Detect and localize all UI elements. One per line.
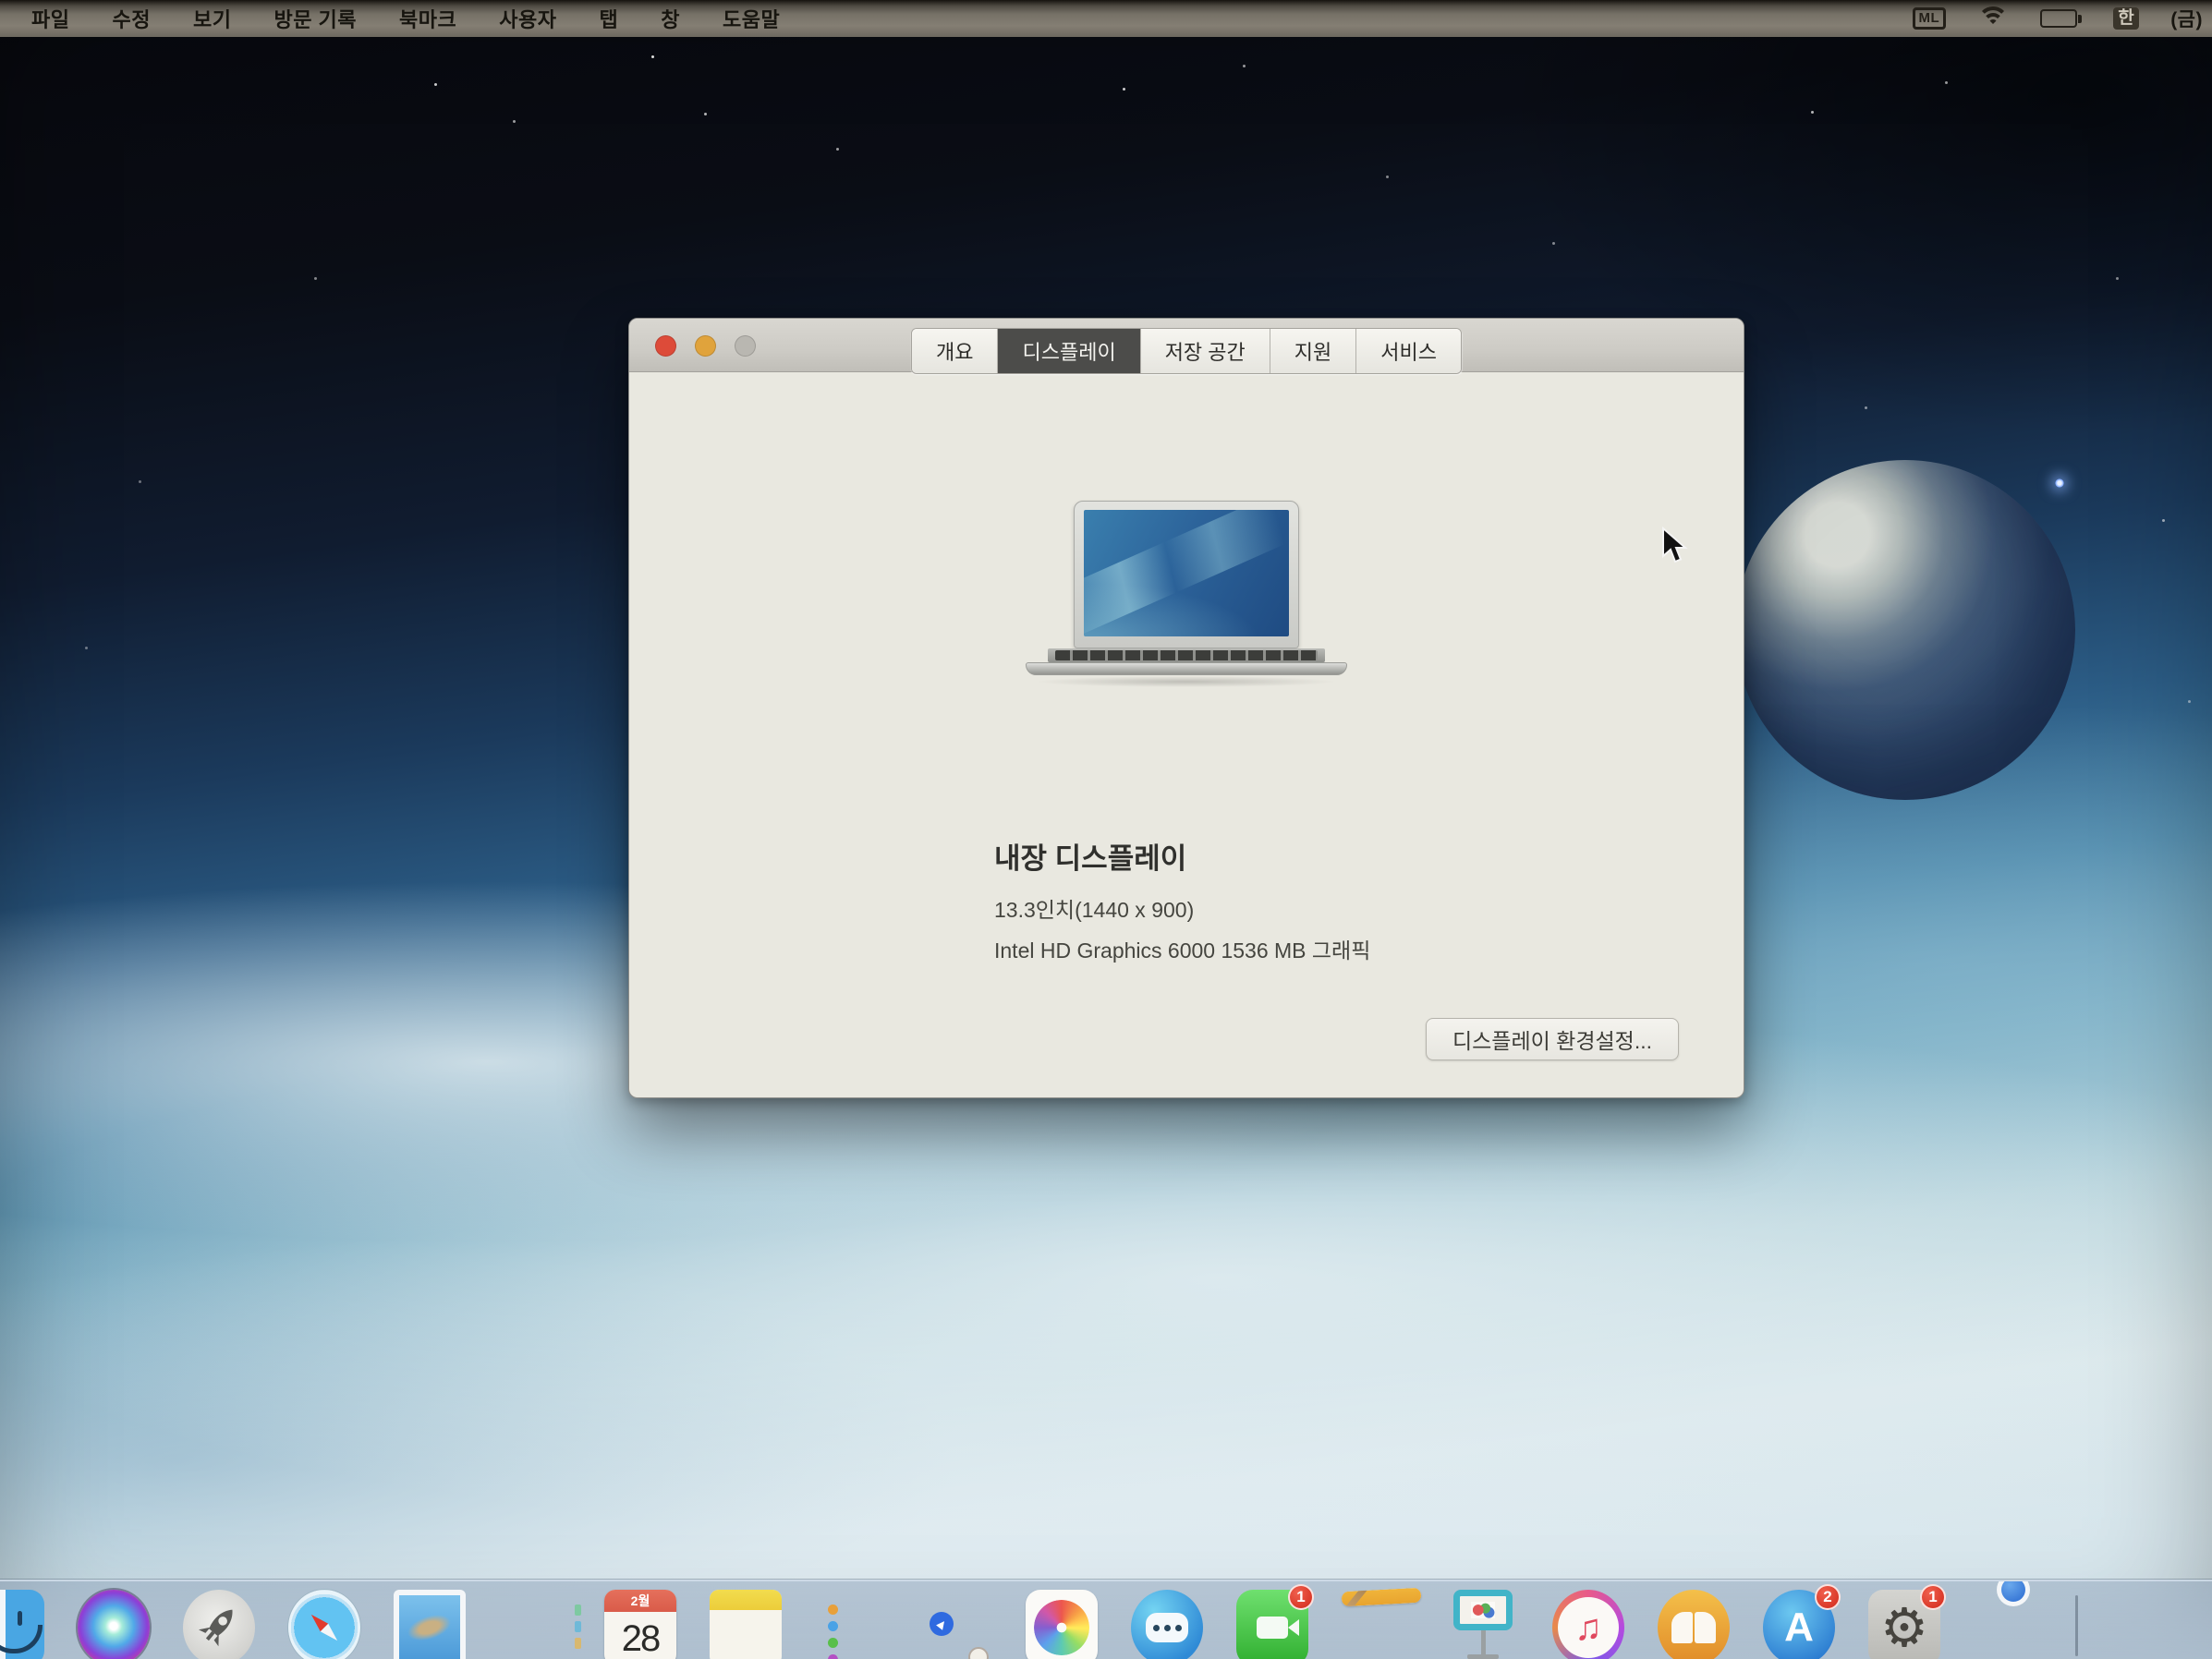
tab-overview[interactable]: 개요 bbox=[912, 329, 998, 373]
macbook-keyboard bbox=[1048, 648, 1325, 662]
dock-item-launchpad[interactable] bbox=[179, 1588, 259, 1659]
dock-item-ibooks[interactable] bbox=[1654, 1588, 1733, 1659]
dock-item-itunes[interactable]: ♫ bbox=[1549, 1588, 1628, 1659]
app-store-badge: 2 bbox=[1815, 1584, 1841, 1610]
dock-item-document[interactable] bbox=[2104, 1588, 2183, 1659]
menu-bookmarks[interactable]: 북마크 bbox=[399, 4, 456, 33]
facetime-badge: 1 bbox=[1288, 1584, 1314, 1610]
display-size-line: 13.3인치(1440 x 900) bbox=[994, 892, 1194, 924]
open-book-icon bbox=[1658, 1590, 1730, 1659]
calendar-day: 28 bbox=[604, 1612, 676, 1659]
wifi-icon[interactable] bbox=[1977, 6, 2009, 30]
tab-displays[interactable]: 디스플레이 bbox=[998, 329, 1140, 373]
dock-item-photos[interactable] bbox=[1022, 1588, 1101, 1659]
macbook-air-image bbox=[1026, 501, 1347, 696]
moon bbox=[1735, 460, 2075, 800]
tab-bar: 개요 디스플레이 저장 공간 지원 서비스 bbox=[911, 328, 1462, 374]
window-titlebar[interactable]: 개요 디스플레이 저장 공간 지원 서비스 bbox=[629, 319, 1744, 372]
siri-icon bbox=[78, 1590, 150, 1659]
document-pencil-icon bbox=[1342, 1588, 1422, 1606]
korean-ime-icon[interactable]: 한 bbox=[2113, 7, 2139, 30]
dock-divider bbox=[2075, 1595, 2078, 1656]
dock: 2월 28 1 ♫ A 2 ⚙ 1 bbox=[0, 1580, 2212, 1659]
dock-item-pages[interactable] bbox=[1338, 1588, 1417, 1659]
dock-item-messages[interactable] bbox=[1127, 1588, 1207, 1659]
display-preferences-button[interactable]: 디스플레이 환경설정... bbox=[1426, 1018, 1679, 1060]
bright-star bbox=[2055, 478, 2064, 488]
menu-user[interactable]: 사용자 bbox=[499, 4, 556, 33]
menu-file[interactable]: 파일 bbox=[31, 4, 69, 33]
battery-icon[interactable] bbox=[2040, 9, 2082, 28]
dock-item-siri[interactable] bbox=[74, 1588, 153, 1659]
photo-booth-icon bbox=[1447, 1590, 1519, 1659]
dock-item-maps[interactable] bbox=[917, 1588, 996, 1659]
window-controls bbox=[655, 335, 756, 357]
system-preferences-badge: 1 bbox=[1920, 1584, 1946, 1610]
dock-item-notes[interactable] bbox=[706, 1588, 785, 1659]
music-note-icon: ♫ bbox=[1552, 1590, 1624, 1659]
tab-service[interactable]: 서비스 bbox=[1356, 329, 1461, 373]
macbook-screen bbox=[1074, 501, 1299, 648]
calendar-month: 2월 bbox=[604, 1590, 676, 1612]
menu-tab[interactable]: 탭 bbox=[600, 4, 619, 33]
dock-item-facetime[interactable]: 1 bbox=[1233, 1588, 1312, 1659]
dock-item-safari[interactable] bbox=[285, 1588, 364, 1659]
menu-history[interactable]: 방문 기록 bbox=[273, 4, 357, 33]
tab-storage[interactable]: 저장 공간 bbox=[1141, 329, 1270, 373]
display-graphics-line: Intel HD Graphics 6000 1536 MB 그래픽 bbox=[994, 933, 1370, 964]
menubar-date[interactable]: (금) bbox=[2170, 5, 2203, 32]
dock-item-reminders[interactable] bbox=[811, 1588, 891, 1659]
dock-item-contacts[interactable] bbox=[495, 1588, 575, 1659]
location-pin-icon bbox=[930, 1612, 954, 1636]
chat-bubble-icon bbox=[1131, 1590, 1203, 1659]
menu-help[interactable]: 도움말 bbox=[723, 4, 780, 33]
photos-flower-icon bbox=[1026, 1590, 1098, 1659]
dock-item-app-store[interactable]: A 2 bbox=[1759, 1588, 1839, 1659]
notes-icon bbox=[710, 1590, 782, 1659]
dock-item-chrome[interactable] bbox=[1970, 1588, 2049, 1659]
about-this-mac-window: 개요 디스플레이 저장 공간 지원 서비스 내장 디스플레이 13.3인치(14… bbox=[628, 318, 1744, 1098]
mouse-cursor bbox=[1661, 527, 1693, 570]
menu-edit[interactable]: 수정 bbox=[112, 4, 150, 33]
dock-item-photo-booth[interactable] bbox=[1443, 1588, 1523, 1659]
dock-item-calendar[interactable]: 2월 28 bbox=[601, 1588, 680, 1659]
macbook-base bbox=[1026, 662, 1347, 675]
menu-bar: 파일 수정 보기 방문 기록 북마크 사용자 탭 창 도움말 ML 한 (금) bbox=[0, 0, 2212, 37]
zoom-button[interactable] bbox=[735, 335, 756, 357]
input-source-icon[interactable]: ML bbox=[1913, 7, 1947, 30]
close-button[interactable] bbox=[655, 335, 676, 357]
menu-window[interactable]: 창 bbox=[661, 4, 680, 33]
stamp-icon bbox=[394, 1590, 466, 1659]
dock-item-mail[interactable] bbox=[390, 1588, 469, 1659]
display-panel: 내장 디스플레이 13.3인치(1440 x 900) Intel HD Gra… bbox=[629, 373, 1744, 1097]
dock-item-system-preferences[interactable]: ⚙ 1 bbox=[1865, 1588, 1944, 1659]
minimize-button[interactable] bbox=[695, 335, 716, 357]
display-title: 내장 디스플레이 bbox=[994, 835, 1186, 877]
maps-compass-icon bbox=[968, 1647, 989, 1659]
tab-support[interactable]: 지원 bbox=[1270, 329, 1356, 373]
calendar-icon: 2월 28 bbox=[604, 1590, 676, 1659]
menu-view[interactable]: 보기 bbox=[193, 4, 231, 33]
dock-item-finder[interactable] bbox=[0, 1588, 48, 1659]
